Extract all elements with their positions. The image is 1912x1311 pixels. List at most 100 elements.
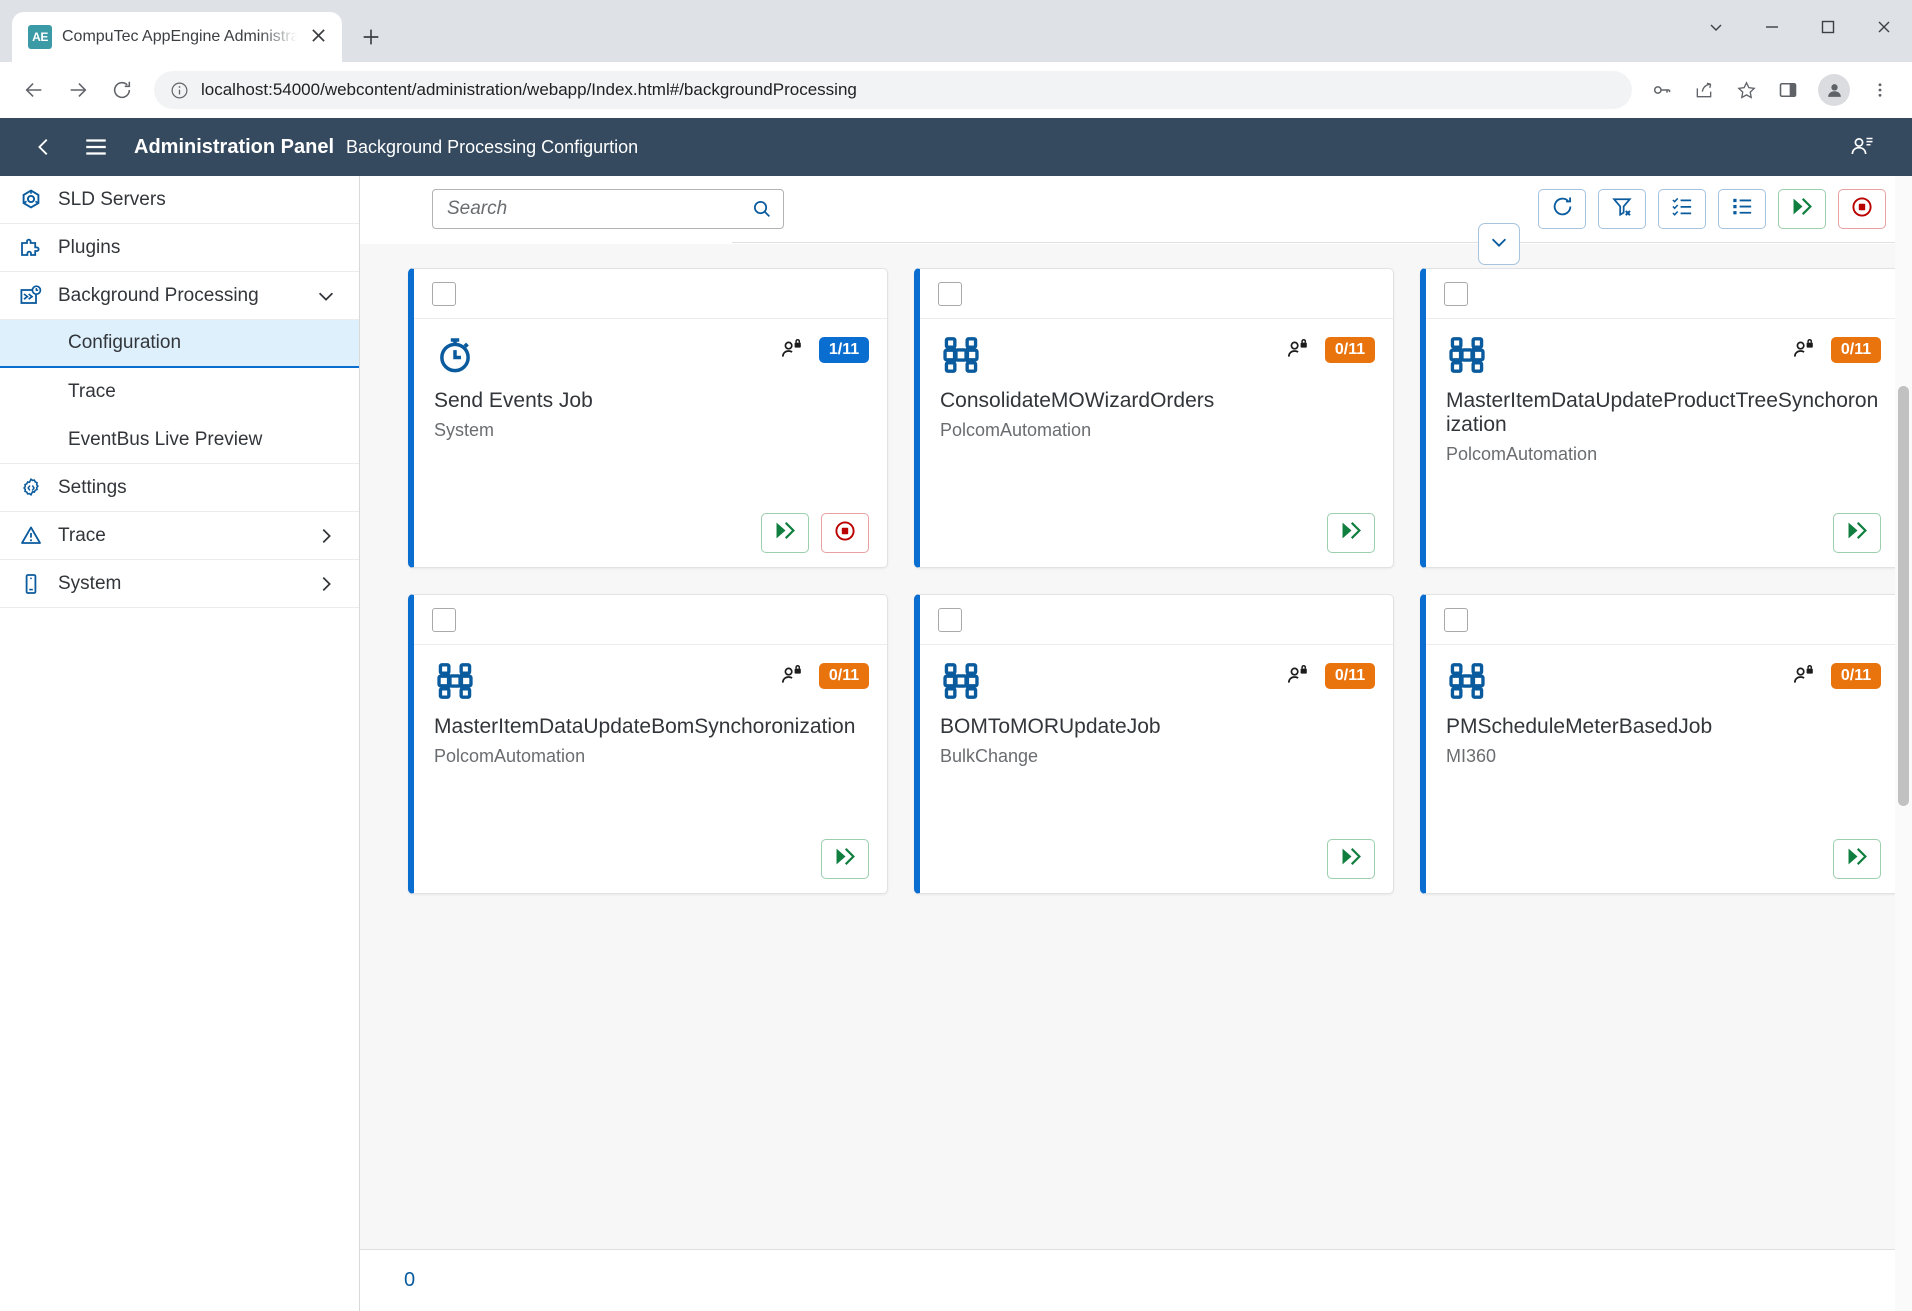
chevron-right-icon[interactable] <box>315 525 337 547</box>
address-bar[interactable]: localhost:54000/webcontent/administratio… <box>154 71 1632 109</box>
site-info-circle-icon[interactable] <box>170 81 189 100</box>
window-minimize-icon[interactable] <box>1744 0 1800 54</box>
run-double-chevron-icon <box>1339 518 1364 548</box>
run-double-chevron-icon <box>1339 844 1364 874</box>
kebab-menu-icon[interactable] <box>1862 72 1898 108</box>
browser-tabstrip: AE CompuTec AppEngine Administra <box>0 0 1912 62</box>
tab-search-chevron-down-icon[interactable] <box>1688 0 1744 54</box>
scrollbar-thumb[interactable] <box>1898 386 1909 806</box>
search-icon[interactable] <box>751 198 773 220</box>
refresh-button[interactable] <box>1538 189 1586 229</box>
run-job-button[interactable] <box>821 839 869 879</box>
job-card-status-group: 0/11 <box>1285 333 1375 363</box>
chevron-down-icon <box>1488 231 1510 258</box>
window-maximize-icon[interactable] <box>1800 0 1856 54</box>
run-job-button[interactable] <box>1327 839 1375 879</box>
window-close-icon[interactable] <box>1856 0 1912 54</box>
select-all-button[interactable] <box>1658 189 1706 229</box>
search-box[interactable] <box>432 189 784 229</box>
run-all-button[interactable] <box>1778 189 1826 229</box>
back-arrow-icon[interactable] <box>14 70 54 110</box>
sidebar-item-background-processing[interactable]: Background Processing <box>0 272 359 320</box>
job-card-status-group: 0/11 <box>1791 659 1881 689</box>
job-card-body: 0/11 ConsolidateMOWizardOrders PolcomAut… <box>920 319 1393 567</box>
profile-avatar-icon[interactable] <box>1818 74 1850 106</box>
job-card[interactable]: 0/11 PMScheduleMeterBasedJob MI360 <box>1420 594 1900 894</box>
job-card-subtitle: BulkChange <box>940 746 1375 767</box>
app-body: SLD Servers Plugins Background Processin… <box>0 176 1912 1311</box>
user-lock-icon <box>779 337 805 363</box>
job-select-checkbox[interactable] <box>938 282 962 306</box>
new-tab-button[interactable] <box>360 26 382 52</box>
job-select-checkbox[interactable] <box>432 282 456 306</box>
user-settings-icon[interactable] <box>1836 121 1888 173</box>
run-double-chevron-icon <box>833 844 858 874</box>
sidebar-item-sld-servers[interactable]: SLD Servers <box>0 176 359 224</box>
stop-job-button[interactable] <box>821 513 869 553</box>
job-card[interactable]: 0/11 MasterItemDataUpdateBomSynchoroniza… <box>408 594 888 894</box>
job-select-checkbox[interactable] <box>1444 282 1468 306</box>
sidebar-item-eventbus-live-preview[interactable]: EventBus Live Preview <box>0 416 359 464</box>
network-hub-icon <box>940 659 984 703</box>
job-card-status-group: 1/11 <box>779 333 869 363</box>
run-job-button[interactable] <box>1833 513 1881 553</box>
sidebar-item-plugins[interactable]: Plugins <box>0 224 359 272</box>
sidepanel-icon[interactable] <box>1770 72 1806 108</box>
browser-tab[interactable]: AE CompuTec AppEngine Administra <box>12 12 342 62</box>
user-lock-icon <box>1791 663 1817 689</box>
job-card-header <box>414 595 887 645</box>
job-select-checkbox[interactable] <box>938 608 962 632</box>
job-card[interactable]: 0/11 BOMToMORUpdateJob BulkChange <box>914 594 1394 894</box>
page-scrollbar[interactable] <box>1895 176 1912 1311</box>
job-card-subtitle: PolcomAutomation <box>940 420 1375 441</box>
share-icon[interactable] <box>1686 72 1722 108</box>
network-hub-icon <box>434 659 478 703</box>
forward-arrow-icon[interactable] <box>58 70 98 110</box>
run-job-button[interactable] <box>761 513 809 553</box>
sidebar-item-system[interactable]: System <box>0 560 359 608</box>
stop-all-button[interactable] <box>1838 189 1886 229</box>
user-lock-icon <box>1285 337 1311 363</box>
network-hub-icon <box>1446 659 1490 703</box>
job-card[interactable]: 0/11 MasterItemDataUpdateProductTreeSync… <box>1420 268 1900 568</box>
sidebar-item-label: SLD Servers <box>58 189 337 211</box>
list-view-button[interactable] <box>1718 189 1766 229</box>
sidebar-subitem-label: EventBus Live Preview <box>68 429 262 451</box>
job-run-badge: 0/11 <box>1325 337 1375 363</box>
clear-filter-button[interactable] <box>1598 189 1646 229</box>
job-card[interactable]: 0/11 ConsolidateMOWizardOrders PolcomAut… <box>914 268 1394 568</box>
star-icon[interactable] <box>1728 72 1764 108</box>
tab-close-icon[interactable] <box>307 28 330 47</box>
reload-icon[interactable] <box>102 70 142 110</box>
job-card-subtitle: PolcomAutomation <box>434 746 869 767</box>
chevron-down-icon[interactable] <box>315 285 337 307</box>
sidebar-item-trace-sub[interactable]: Trace <box>0 368 359 416</box>
job-select-checkbox[interactable] <box>432 608 456 632</box>
search-input[interactable] <box>447 198 751 220</box>
job-card-body: 1/11 Send Events Job System <box>414 319 887 567</box>
job-select-checkbox[interactable] <box>1444 608 1468 632</box>
app-back-chevron-left-icon[interactable] <box>18 121 70 173</box>
browser-window: AE CompuTec AppEngine Administra <box>0 0 1912 1311</box>
hamburger-menu-icon[interactable] <box>70 121 122 173</box>
job-card-header <box>1426 595 1899 645</box>
job-card-subtitle: System <box>434 420 869 441</box>
app-header-bar: Administration Panel Background Processi… <box>0 118 1912 176</box>
job-card-body: 0/11 MasterItemDataUpdateProductTreeSync… <box>1426 319 1899 567</box>
sidebar-item-trace[interactable]: Trace <box>0 512 359 560</box>
key-icon[interactable] <box>1644 72 1680 108</box>
collapse-toggle-button[interactable] <box>1478 223 1520 265</box>
run-job-button[interactable] <box>1327 513 1375 553</box>
job-card-title: BOMToMORUpdateJob <box>940 715 1375 739</box>
run-job-button[interactable] <box>1833 839 1881 879</box>
sidebar-item-configuration[interactable]: Configuration <box>0 320 359 368</box>
refresh-icon <box>1551 195 1574 223</box>
page-title: Administration Panel <box>134 136 334 159</box>
sidebar-navigation: SLD Servers Plugins Background Processin… <box>0 176 360 1311</box>
job-card-header <box>414 269 887 319</box>
job-card[interactable]: 1/11 Send Events Job System <box>408 268 888 568</box>
system-device-icon <box>18 571 44 597</box>
chevron-right-icon[interactable] <box>315 573 337 595</box>
sidebar-subitem-label: Trace <box>68 381 116 403</box>
sidebar-item-settings[interactable]: Settings <box>0 464 359 512</box>
